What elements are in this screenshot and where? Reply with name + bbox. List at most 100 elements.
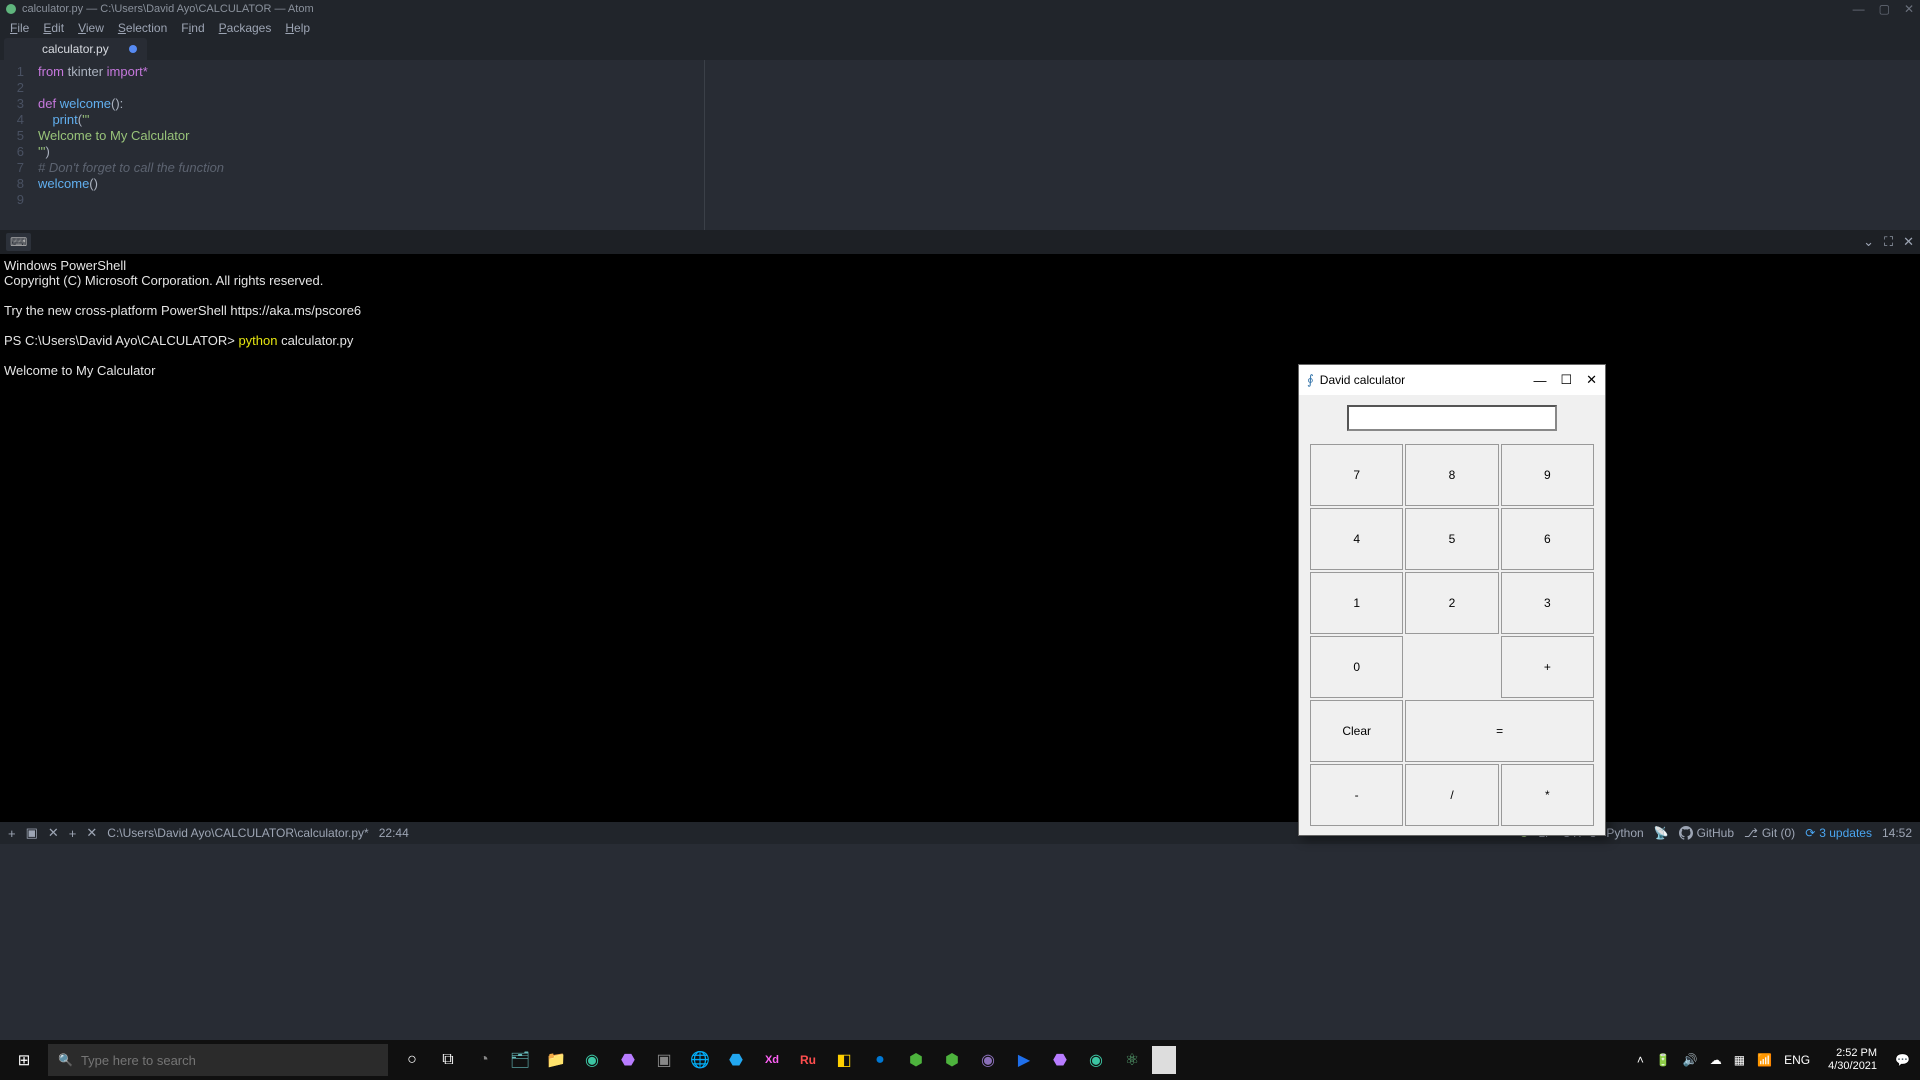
visual-studio-icon[interactable]: ⬣ <box>612 1044 644 1076</box>
xd-icon[interactable]: Xd <box>756 1044 788 1076</box>
menu-find[interactable]: Find <box>175 19 210 37</box>
tray-icon[interactable]: ▦ <box>1734 1053 1745 1067</box>
calc-btn-clear[interactable]: Clear <box>1310 700 1403 762</box>
maximize-button[interactable]: ▢ <box>1879 2 1890 16</box>
terminal-panel[interactable]: Windows PowerShell Copyright (C) Microso… <box>0 254 1920 822</box>
eclipse-icon[interactable]: ◉ <box>972 1044 1004 1076</box>
tray-onedrive-icon[interactable]: ☁ <box>1710 1053 1722 1067</box>
status-cursor-position[interactable]: 22:44 <box>379 826 409 840</box>
status-x-icon[interactable]: ✕ <box>48 825 59 841</box>
window-title: calculator.py — C:\Users\David Ayo\CALCU… <box>22 3 314 15</box>
mongodb-icon[interactable]: ⬢ <box>900 1044 932 1076</box>
tray-notifications-icon[interactable]: 💬 <box>1895 1053 1910 1067</box>
terminal-line: Windows PowerShell <box>4 258 1916 273</box>
menu-bar: File Edit View Selection Find Packages H… <box>0 18 1920 38</box>
tab-calculator-py[interactable]: calculator.py <box>4 38 147 60</box>
atom-icon[interactable]: ⚛ <box>1116 1044 1148 1076</box>
calc-btn-7[interactable]: 7 <box>1310 444 1403 506</box>
calc-btn-8[interactable]: 8 <box>1405 444 1498 506</box>
calc-display-entry[interactable] <box>1347 405 1557 431</box>
tab-bar: calculator.py <box>0 38 1920 60</box>
editor[interactable]: 123456789 from tkinter import* def welco… <box>0 60 1920 230</box>
tray-chevron-icon[interactable]: ˄ <box>1637 1053 1644 1067</box>
calc-btn-equals[interactable]: = <box>1405 700 1594 762</box>
keyboard-icon[interactable]: ⌨ <box>6 233 31 251</box>
menu-selection[interactable]: Selection <box>112 19 173 37</box>
terminal-maximize-icon[interactable]: ⛶ <box>1884 234 1893 250</box>
calc-btn-4[interactable]: 4 <box>1310 508 1403 570</box>
status-github[interactable]: GitHub <box>1679 826 1734 840</box>
app-icon[interactable]: ◧ <box>828 1044 860 1076</box>
edge2-icon[interactable]: ◉ <box>1080 1044 1112 1076</box>
calc-btn-5[interactable]: 5 <box>1405 508 1498 570</box>
status-file-path[interactable]: C:\Users\David Ayo\CALCULATOR\calculator… <box>107 826 368 840</box>
calc-btn-2[interactable]: 2 <box>1405 572 1498 634</box>
vs-icon[interactable]: ⬣ <box>1044 1044 1076 1076</box>
chrome-icon[interactable]: 🌐 <box>684 1044 716 1076</box>
terminal-output: Welcome to My Calculator <box>4 363 1916 378</box>
status-git[interactable]: ⎇ Git (0) <box>1744 826 1795 840</box>
app-icon[interactable]: ◔ <box>468 1044 500 1076</box>
edge-icon[interactable]: ◉ <box>576 1044 608 1076</box>
terminal-icon[interactable]: ▣ <box>648 1044 680 1076</box>
calc-minimize-button[interactable]: — <box>1533 373 1546 388</box>
status-updates[interactable]: ⟳ 3 updates <box>1805 826 1872 840</box>
search-input[interactable] <box>81 1053 378 1068</box>
start-button[interactable]: ⊞ <box>0 1051 48 1069</box>
tray-volume-icon[interactable]: 🔊 <box>1683 1053 1698 1067</box>
status-terminal-icon[interactable]: ▣ <box>26 825 38 841</box>
status-x2-icon[interactable]: ✕ <box>86 825 97 841</box>
calc-maximize-button[interactable]: ☐ <box>1560 372 1572 388</box>
calc-btn-9[interactable]: 9 <box>1501 444 1594 506</box>
status-plus2-icon[interactable]: + <box>69 826 77 841</box>
tray-language-icon[interactable]: ENG <box>1784 1053 1810 1067</box>
powershell-icon[interactable]: ▶ <box>1008 1044 1040 1076</box>
calc-close-button[interactable]: ✕ <box>1586 372 1597 388</box>
tray-clock[interactable]: 2:52 PM 4/30/2021 <box>1822 1047 1883 1073</box>
menu-edit[interactable]: Edit <box>37 19 70 37</box>
status-bar: + ▣ ✕ + ✕ C:\Users\David Ayo\CALCULATOR\… <box>0 822 1920 844</box>
calc-btn-plus[interactable]: + <box>1501 636 1594 698</box>
task-view-icon[interactable]: ⧉ <box>432 1044 464 1076</box>
calc-btn-1[interactable]: 1 <box>1310 572 1403 634</box>
cortana-icon[interactable]: ○ <box>396 1044 428 1076</box>
app-icon[interactable]: 🗂 <box>504 1044 536 1076</box>
tab-label: calculator.py <box>42 42 109 56</box>
notepad-icon[interactable] <box>1152 1046 1176 1074</box>
menu-view[interactable]: View <box>72 19 110 37</box>
menu-packages[interactable]: Packages <box>213 19 278 37</box>
minimize-button[interactable]: — <box>1853 2 1865 16</box>
calc-btn-divide[interactable]: / <box>1405 764 1498 826</box>
app-icon[interactable]: ● <box>864 1044 896 1076</box>
menu-file[interactable]: File <box>4 19 35 37</box>
terminal-line: Copyright (C) Microsoft Corporation. All… <box>4 273 1916 288</box>
terminal-close-icon[interactable]: ✕ <box>1903 234 1914 250</box>
atom-title-bar: calculator.py — C:\Users\David Ayo\CALCU… <box>0 0 1920 18</box>
calc-keypad: 7 8 9 4 5 6 1 2 3 0 + Clear = - / * <box>1299 443 1605 835</box>
calc-btn-multiply[interactable]: * <box>1501 764 1594 826</box>
app-icon[interactable]: ⬢ <box>936 1044 968 1076</box>
file-explorer-icon[interactable]: 📁 <box>540 1044 572 1076</box>
calc-btn-3[interactable]: 3 <box>1501 572 1594 634</box>
window-controls: — ▢ ✕ <box>1853 2 1914 16</box>
calc-btn-6[interactable]: 6 <box>1501 508 1594 570</box>
status-telemetry-icon[interactable]: 📡 <box>1654 826 1669 840</box>
tray-wifi-icon[interactable]: 📶 <box>1757 1053 1772 1067</box>
menu-help[interactable]: Help <box>279 19 316 37</box>
calc-btn-0[interactable]: 0 <box>1310 636 1403 698</box>
ru-icon[interactable]: Ru <box>792 1044 824 1076</box>
code-area[interactable]: from tkinter import* def welcome(): prin… <box>32 60 1920 230</box>
wrap-guide <box>704 60 705 230</box>
atom-logo-icon <box>6 4 16 14</box>
calc-title-bar[interactable]: ∮ David calculator — ☐ ✕ <box>1299 365 1605 395</box>
tkinter-calculator-window: ∮ David calculator — ☐ ✕ 7 8 9 4 5 6 1 2… <box>1298 364 1606 836</box>
terminal-dropdown-icon[interactable]: ⌄ <box>1863 234 1874 250</box>
status-plus-icon[interactable]: + <box>8 826 16 841</box>
status-time: 14:52 <box>1882 826 1912 840</box>
tray-battery-icon[interactable]: 🔋 <box>1656 1053 1671 1067</box>
close-button[interactable]: ✕ <box>1904 2 1914 16</box>
calc-btn-minus[interactable]: - <box>1310 764 1403 826</box>
status-language[interactable]: Python <box>1606 826 1643 840</box>
vscode-icon[interactable]: ⬣ <box>720 1044 752 1076</box>
taskbar-search[interactable]: 🔍 <box>48 1044 388 1076</box>
